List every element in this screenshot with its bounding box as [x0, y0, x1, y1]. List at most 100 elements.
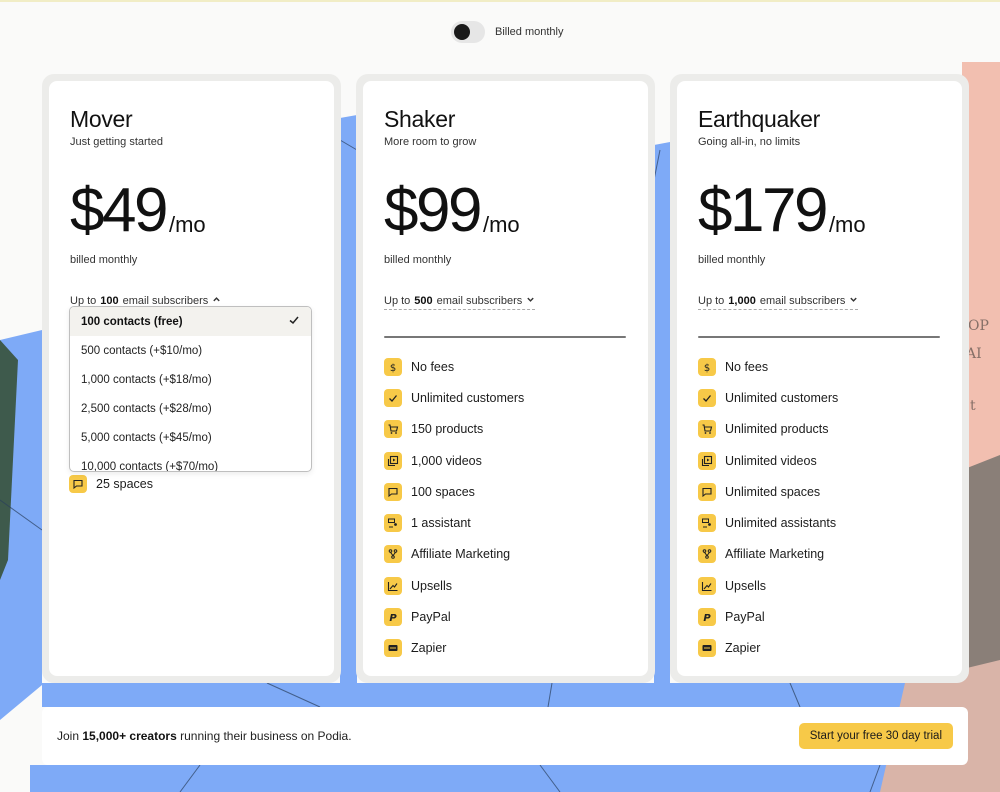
affiliate-icon: [384, 545, 402, 564]
option-label: 100 contacts (free): [81, 315, 183, 328]
dropdown-option[interactable]: 5,000 contacts (+$45/mo): [70, 423, 311, 452]
paypal-icon: P: [384, 608, 402, 627]
svg-text:$: $: [390, 363, 396, 373]
feature-list: $ No fees Unlimited customers Unlimited p…: [698, 351, 941, 664]
chevron-down-icon: [526, 295, 535, 307]
billing-toggle[interactable]: [451, 21, 485, 43]
subscriber-dropdown: 100 contacts (free) 500 contacts (+$10/m…: [69, 306, 312, 472]
top-accent-line: [0, 0, 1000, 2]
feature-label: Unlimited videos: [725, 453, 817, 468]
assistant-icon: [698, 514, 716, 533]
subscriber-suffix: email subscribers: [436, 295, 523, 307]
feature-label: No fees: [725, 359, 769, 374]
price-period: /mo: [482, 212, 520, 237]
svg-text:t: t: [970, 398, 976, 414]
feature-item: P PayPal: [384, 601, 627, 632]
feature-item: $ No fees: [698, 351, 941, 382]
start-trial-button[interactable]: Start your free 30 day trial: [798, 723, 953, 749]
feature-label: 25 spaces: [96, 477, 153, 491]
billing-toggle-label: Billed monthly: [495, 26, 564, 38]
subscriber-prefix: Up to: [384, 295, 411, 307]
feature-label: PayPal: [411, 610, 451, 625]
upsell-icon: [698, 576, 716, 595]
banner-text-bold: 15,000+ creators: [82, 729, 177, 743]
plan-tagline: Going all-in, no limits: [698, 136, 801, 148]
feature-item: Unlimited assistants: [698, 507, 941, 538]
billing-note: billed monthly: [70, 254, 138, 266]
video-icon: [384, 451, 402, 470]
svg-text:$: $: [704, 363, 710, 373]
feature-label: Unlimited spaces: [725, 484, 821, 499]
feature-item: Unlimited spaces: [698, 476, 941, 507]
price-period: /mo: [828, 212, 866, 237]
feature-label: Unlimited customers: [725, 390, 839, 405]
plan-tagline: Just getting started: [70, 136, 163, 148]
feature-item: Unlimited customers: [698, 382, 941, 413]
check-icon: [698, 388, 716, 407]
option-label: 2,500 contacts (+$28/mo): [81, 402, 212, 415]
feature-item: 25 spaces: [69, 475, 153, 493]
feature-item: 150 products: [384, 414, 627, 445]
zapier-icon: [698, 639, 716, 658]
subscriber-select[interactable]: Up to 1,000 email subscribers: [698, 295, 859, 310]
svg-text:P: P: [703, 613, 711, 623]
banner-text-suffix: running their business on Podia.: [180, 729, 352, 743]
cart-icon: [698, 420, 716, 439]
subscriber-count: 500: [414, 295, 433, 307]
chevron-down-icon: [849, 295, 858, 307]
banner-text-prefix: Join: [57, 729, 80, 743]
plan-price: $99: [384, 176, 482, 245]
assistant-icon: [384, 514, 402, 533]
video-icon: [698, 451, 716, 470]
banner-text: Join 15,000+ creators running their busi…: [57, 729, 352, 743]
subscriber-prefix: Up to: [698, 295, 725, 307]
price-row: $99 /mo: [384, 172, 627, 242]
feature-label: Upsells: [411, 578, 452, 593]
svg-text:P: P: [389, 613, 397, 623]
dropdown-option[interactable]: 500 contacts (+$10/mo): [70, 336, 311, 365]
plan-price: $179: [698, 176, 828, 245]
plan-card-earthquaker: Earthquaker Going all-in, no limits $179…: [670, 74, 969, 683]
feature-item: Unlimited videos: [698, 445, 941, 476]
feature-item: Unlimited customers: [384, 382, 627, 413]
price-period: /mo: [168, 212, 206, 237]
feature-label: PayPal: [725, 610, 765, 625]
plan-price: $49: [70, 176, 168, 245]
plan-name: Mover: [70, 106, 133, 132]
feature-label: Zapier: [725, 641, 761, 656]
feature-item: $ No fees: [384, 351, 627, 382]
plan-name: Earthquaker: [698, 106, 820, 132]
feature-label: Unlimited customers: [411, 390, 525, 405]
plan-tagline: More room to grow: [384, 136, 477, 148]
dropdown-option[interactable]: 10,000 contacts (+$70/mo): [70, 452, 311, 472]
dropdown-option[interactable]: 1,000 contacts (+$18/mo): [70, 365, 311, 394]
price-row: $179 /mo: [698, 172, 941, 242]
plan-card-shaker: Shaker More room to grow $99 /mo billed …: [356, 74, 655, 683]
feature-item: P PayPal: [698, 601, 941, 632]
dollar-icon: $: [698, 357, 716, 376]
plan-card-inner: Shaker More room to grow $99 /mo billed …: [363, 81, 648, 676]
feature-item: Unlimited products: [698, 414, 941, 445]
affiliate-icon: [698, 545, 716, 564]
divider: [698, 336, 940, 338]
check-icon: [384, 388, 402, 407]
feature-list: $ No fees Unlimited customers 150 product…: [384, 351, 627, 664]
feature-item: 100 spaces: [384, 476, 627, 507]
subscriber-suffix: email subscribers: [759, 295, 846, 307]
option-label: 1,000 contacts (+$18/mo): [81, 373, 212, 386]
chat-icon: [69, 475, 87, 493]
svg-text:OP: OP: [968, 318, 989, 334]
billing-note: billed monthly: [384, 254, 452, 266]
feature-item: Upsells: [698, 570, 941, 601]
feature-label: Affiliate Marketing: [725, 547, 825, 562]
feature-item: Affiliate Marketing: [698, 539, 941, 570]
paypal-icon: P: [698, 608, 716, 627]
dropdown-option[interactable]: 100 contacts (free): [70, 307, 311, 336]
dropdown-option[interactable]: 2,500 contacts (+$28/mo): [70, 394, 311, 423]
feature-item: 1 assistant: [384, 507, 627, 538]
feature-item: Upsells: [384, 570, 627, 601]
subscriber-select[interactable]: Up to 500 email subscribers: [384, 295, 536, 310]
check-icon: [288, 314, 300, 329]
price-row: $49 /mo: [70, 172, 313, 242]
cart-icon: [384, 420, 402, 439]
